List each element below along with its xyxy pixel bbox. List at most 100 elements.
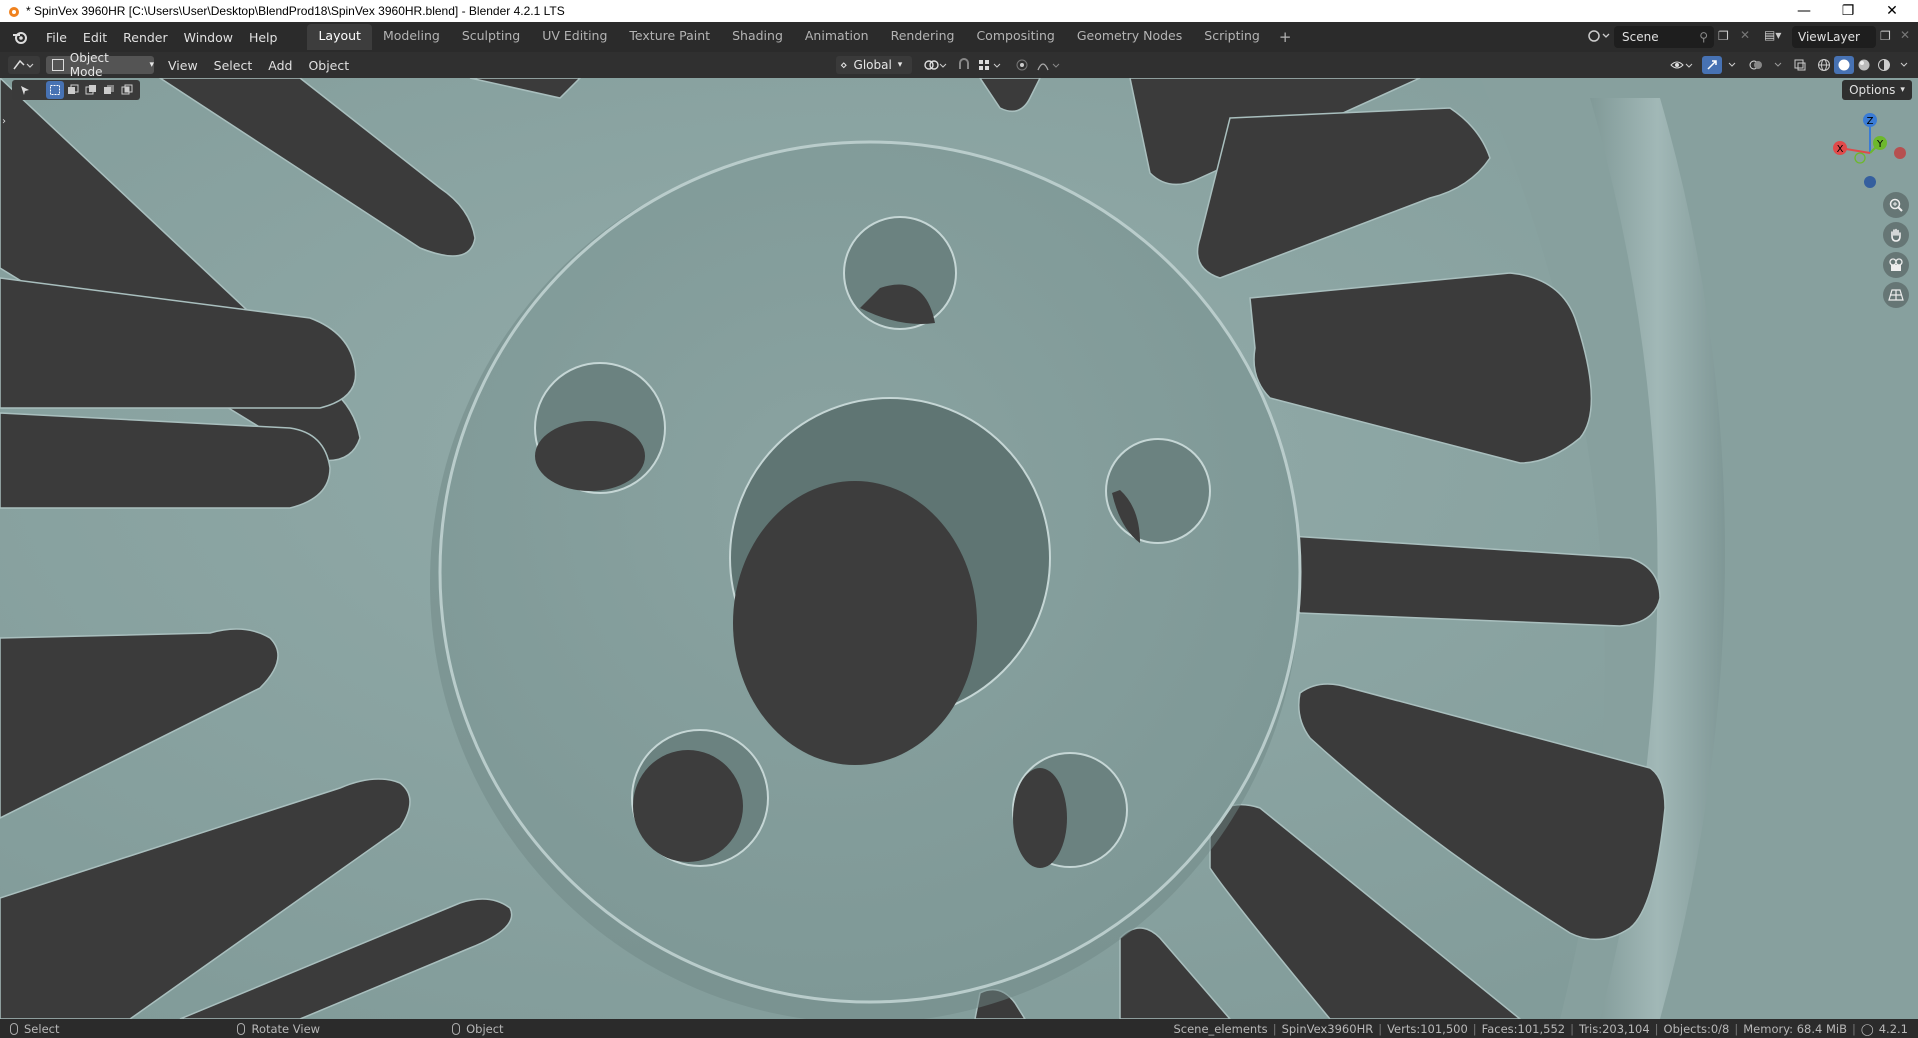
- view-layer-icon[interactable]: ▤▾: [1764, 28, 1781, 42]
- stat-verts: Verts:101,500: [1387, 1021, 1468, 1036]
- pan-hand-icon[interactable]: [1883, 222, 1909, 248]
- snap-target-icon[interactable]: [976, 56, 1004, 74]
- hint-label: Rotate View: [251, 1021, 321, 1036]
- tab-uv-editing[interactable]: UV Editing: [531, 24, 618, 50]
- select-intersect-icon[interactable]: [118, 81, 136, 99]
- gizmo-neg-z-axis: [1864, 176, 1876, 188]
- navigation-gizmo[interactable]: Z Y X: [1830, 108, 1910, 196]
- orientation-icon: ⋄: [840, 58, 848, 72]
- status-bar: Select Rotate View Object Scene_elements…: [0, 1019, 1918, 1038]
- gizmo-x-label: X: [1837, 144, 1844, 155]
- chevron-down-icon: ▾: [897, 60, 903, 70]
- gizmo-toggle-icon[interactable]: [1702, 56, 1722, 74]
- delete-scene-icon[interactable]: ✕: [1740, 28, 1750, 42]
- gizmo-neg-x-axis: [1894, 147, 1906, 159]
- wireframe-shading-icon[interactable]: [1814, 56, 1834, 74]
- visibility-icon[interactable]: [1668, 56, 1696, 74]
- editor-type-icon: [13, 59, 34, 70]
- workspace-tabs: Layout Modeling Sculpting UV Editing Tex…: [307, 24, 1299, 50]
- options-dropdown[interactable]: Options ▾: [1842, 80, 1912, 100]
- rendered-shading-icon[interactable]: [1874, 56, 1894, 74]
- shading-dropdown-icon[interactable]: [1894, 56, 1914, 74]
- menu-edit[interactable]: Edit: [75, 27, 115, 48]
- scene-type-icon[interactable]: [1586, 27, 1612, 48]
- menu-window[interactable]: Window: [176, 27, 241, 48]
- menu-object[interactable]: Object: [300, 58, 357, 73]
- tab-rendering[interactable]: Rendering: [880, 24, 966, 50]
- menu-render[interactable]: Render: [115, 27, 176, 48]
- pin-icon[interactable]: ⚲: [1699, 30, 1708, 44]
- scene-selector[interactable]: Scene ⚲: [1614, 26, 1714, 48]
- menu-help[interactable]: Help: [241, 27, 286, 48]
- gizmo-z-label: Z: [1867, 116, 1874, 127]
- mouse-right-icon: [452, 1022, 461, 1035]
- add-workspace-button[interactable]: +: [1271, 24, 1300, 50]
- material-shading-icon[interactable]: [1854, 56, 1874, 74]
- snap-icon[interactable]: [954, 56, 974, 74]
- select-extend-icon[interactable]: [64, 81, 82, 99]
- 3d-viewport[interactable]: [0, 78, 1918, 1019]
- tab-shading[interactable]: Shading: [721, 24, 794, 50]
- tab-sculpting[interactable]: Sculpting: [451, 24, 531, 50]
- close-icon[interactable]: ✕: [1870, 0, 1914, 22]
- tab-compositing[interactable]: Compositing: [965, 24, 1065, 50]
- overlays-dropdown-icon[interactable]: [1768, 56, 1788, 74]
- camera-view-icon[interactable]: [1883, 252, 1909, 278]
- select-new-icon[interactable]: [46, 81, 64, 99]
- gizmo-y-label: Y: [1876, 139, 1884, 150]
- scene-statistics: Scene_elements | SpinVex3960HR | Verts:101…: [1173, 1021, 1908, 1036]
- mode-label: Object Mode: [69, 51, 109, 79]
- view-layer-name: ViewLayer: [1798, 30, 1860, 44]
- tab-texture-paint[interactable]: Texture Paint: [618, 24, 721, 50]
- mouse-left-icon: [10, 1022, 18, 1035]
- tab-layout[interactable]: Layout: [307, 24, 372, 50]
- minimize-icon[interactable]: —: [1782, 0, 1826, 22]
- menu-select[interactable]: Select: [206, 58, 261, 73]
- tab-scripting[interactable]: Scripting: [1193, 24, 1271, 50]
- blender-app-icon: [4, 2, 22, 20]
- select-invert-icon[interactable]: [100, 81, 118, 99]
- orientation-label: Global: [853, 58, 892, 72]
- new-view-layer-icon[interactable]: ❐: [1880, 29, 1891, 43]
- tab-modeling[interactable]: Modeling: [372, 24, 451, 50]
- perspective-grid-icon[interactable]: [1883, 282, 1909, 308]
- xray-icon[interactable]: [1790, 56, 1810, 74]
- tab-animation[interactable]: Animation: [794, 24, 880, 50]
- overlays-icon[interactable]: [1746, 56, 1766, 74]
- window-title: * SpinVex 3960HR [C:\Users\User\Desktop\…: [26, 4, 565, 18]
- stat-object: SpinVex3960HR: [1281, 1021, 1374, 1036]
- mouse-middle-icon: [237, 1022, 246, 1035]
- proportional-edit-icon[interactable]: [1012, 56, 1032, 74]
- gizmo-neg-y-axis: [1854, 152, 1866, 164]
- restore-icon[interactable]: ❐: [1826, 0, 1870, 22]
- view-layer-selector[interactable]: ViewLayer: [1792, 26, 1876, 48]
- window-titlebar: * SpinVex 3960HR [C:\Users\User\Desktop\…: [0, 0, 1918, 22]
- transform-orientation-dropdown[interactable]: ⋄ Global ▾: [836, 56, 912, 74]
- falloff-icon[interactable]: [1034, 56, 1064, 74]
- solid-shading-icon[interactable]: [1834, 56, 1854, 74]
- stat-objects: Objects:0/8: [1663, 1021, 1730, 1036]
- viewport-header: Object Mode ▾ View Select Add Object ⋄ G…: [0, 51, 1918, 79]
- delete-view-layer-icon[interactable]: ✕: [1900, 28, 1910, 42]
- blender-logo-icon[interactable]: [8, 25, 32, 49]
- viewport-render: [0, 78, 1918, 1019]
- editor-type-button[interactable]: [8, 56, 40, 74]
- menu-view[interactable]: View: [160, 58, 206, 73]
- cursor-tool-icon[interactable]: [16, 81, 34, 99]
- gizmo-dropdown-icon[interactable]: [1722, 56, 1742, 74]
- select-subtract-icon[interactable]: [82, 81, 100, 99]
- status-hint-rotate: Rotate View: [237, 1022, 320, 1036]
- status-hint-select: Select: [10, 1022, 59, 1036]
- mode-dropdown[interactable]: Object Mode ▾: [46, 51, 154, 79]
- stat-tris: Tris:203,104: [1578, 1021, 1650, 1036]
- menu-file[interactable]: File: [38, 27, 75, 48]
- tab-geometry-nodes[interactable]: Geometry Nodes: [1066, 24, 1193, 50]
- menu-add[interactable]: Add: [260, 58, 300, 73]
- select-tool-row: [12, 80, 140, 100]
- toolbar-expand-icon[interactable]: ›: [2, 116, 6, 127]
- pivot-point-icon[interactable]: [920, 56, 950, 74]
- new-scene-icon[interactable]: ❐: [1718, 29, 1729, 43]
- hint-label: Select: [24, 1021, 60, 1036]
- options-label: Options: [1849, 83, 1896, 97]
- zoom-icon[interactable]: [1883, 192, 1909, 218]
